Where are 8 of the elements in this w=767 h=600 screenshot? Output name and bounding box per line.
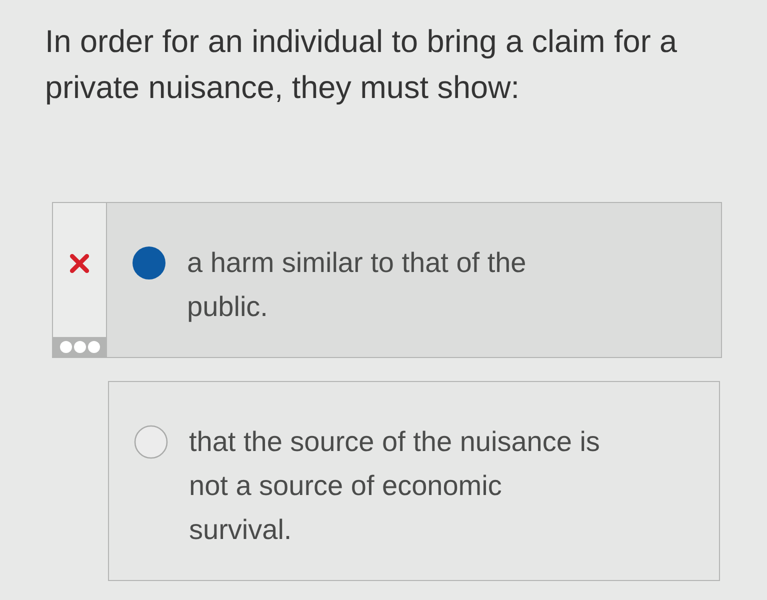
answer-option[interactable]: that the source of the nuisance is not a source of economic survival. xyxy=(108,381,720,581)
more-icon[interactable] xyxy=(52,337,106,357)
answer-option[interactable]: a harm similar to that of the public. xyxy=(106,202,722,358)
option-text: a harm similar to that of the public. xyxy=(187,246,528,324)
radio-button[interactable] xyxy=(132,246,166,280)
radio-button[interactable] xyxy=(134,425,168,459)
option-text: that the source of the nuisance is not a source of economic survival. xyxy=(189,425,601,547)
question-text: In order for an individual to bring a claim for a private nuisance, they must show: xyxy=(45,22,678,107)
